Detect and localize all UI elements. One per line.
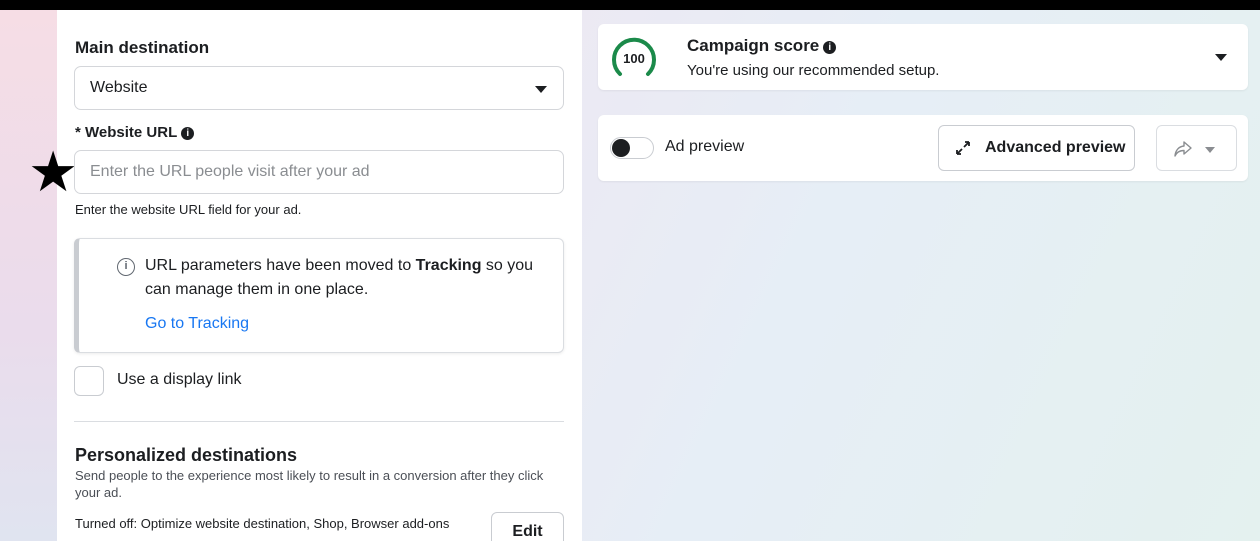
website-url-label-text: * Website URL <box>75 124 178 141</box>
status-text: : Optimize website destination, Shop, Br… <box>133 516 450 531</box>
advanced-preview-button[interactable]: Advanced preview <box>938 125 1135 171</box>
website-url-help: Enter the website URL field for your ad. <box>75 202 302 217</box>
personalized-destinations-title: Personalized destinations <box>75 445 298 465</box>
campaign-score-title: Campaign score i <box>687 36 837 56</box>
notice-suffix: so you <box>481 257 534 274</box>
ad-preview-toggle[interactable] <box>610 137 654 159</box>
personalized-destinations-description: Send people to the experience most likel… <box>75 468 544 500</box>
notice-bold-tracking: Tracking <box>415 257 482 274</box>
personalized-status: Turned off: Optimize website destination… <box>75 515 485 532</box>
section-divider <box>74 421 564 422</box>
chevron-down-icon[interactable] <box>1215 54 1227 61</box>
display-link-checkbox[interactable] <box>74 366 104 396</box>
url-parameters-notice: i URL parameters have been moved to Trac… <box>74 238 564 353</box>
notice-prefix: URL parameters have been moved to <box>145 257 416 274</box>
edit-button[interactable]: Edit <box>491 512 564 541</box>
display-link-label: Use a display link <box>117 371 242 388</box>
info-icon[interactable]: i <box>823 41 837 54</box>
score-value: 100 <box>623 51 645 66</box>
info-icon[interactable]: i <box>181 127 195 140</box>
share-arrow-icon <box>1174 141 1192 157</box>
chevron-down-icon <box>535 86 547 93</box>
share-button[interactable] <box>1156 125 1237 171</box>
info-circle-icon: i <box>117 258 135 276</box>
ad-preview-card: Ad preview Advanced preview <box>598 115 1248 181</box>
campaign-score-card[interactable]: 100 Campaign score i You're using our rec… <box>598 24 1248 90</box>
status-prefix: Turned off <box>75 516 134 531</box>
notice-line-1: URL parameters have been moved to Tracki… <box>145 257 533 275</box>
toggle-knob <box>612 139 630 157</box>
star-marker-icon: ★ <box>28 140 79 203</box>
ad-preview-label: Ad preview <box>665 138 745 155</box>
main-destination-label: Main destination <box>75 38 210 57</box>
campaign-score-subtitle: You're using our recommended setup. <box>687 62 940 79</box>
select-value: Website <box>90 79 148 96</box>
main-destination-select[interactable]: Website <box>74 66 564 110</box>
notice-line-2: can manage them in one place. <box>145 281 369 298</box>
advanced-preview-label: Advanced preview <box>985 139 1126 156</box>
left-background-strip <box>0 10 57 541</box>
website-url-label: * Website URL i <box>75 124 195 141</box>
go-to-tracking-link[interactable]: Go to Tracking <box>145 315 249 333</box>
top-frame-bar <box>0 0 1260 10</box>
campaign-score-title-text: Campaign score <box>687 36 820 55</box>
website-url-input[interactable] <box>74 150 564 194</box>
score-gauge: 100 <box>612 37 656 76</box>
chevron-down-icon <box>1205 147 1215 153</box>
expand-arrows-icon <box>956 141 970 155</box>
